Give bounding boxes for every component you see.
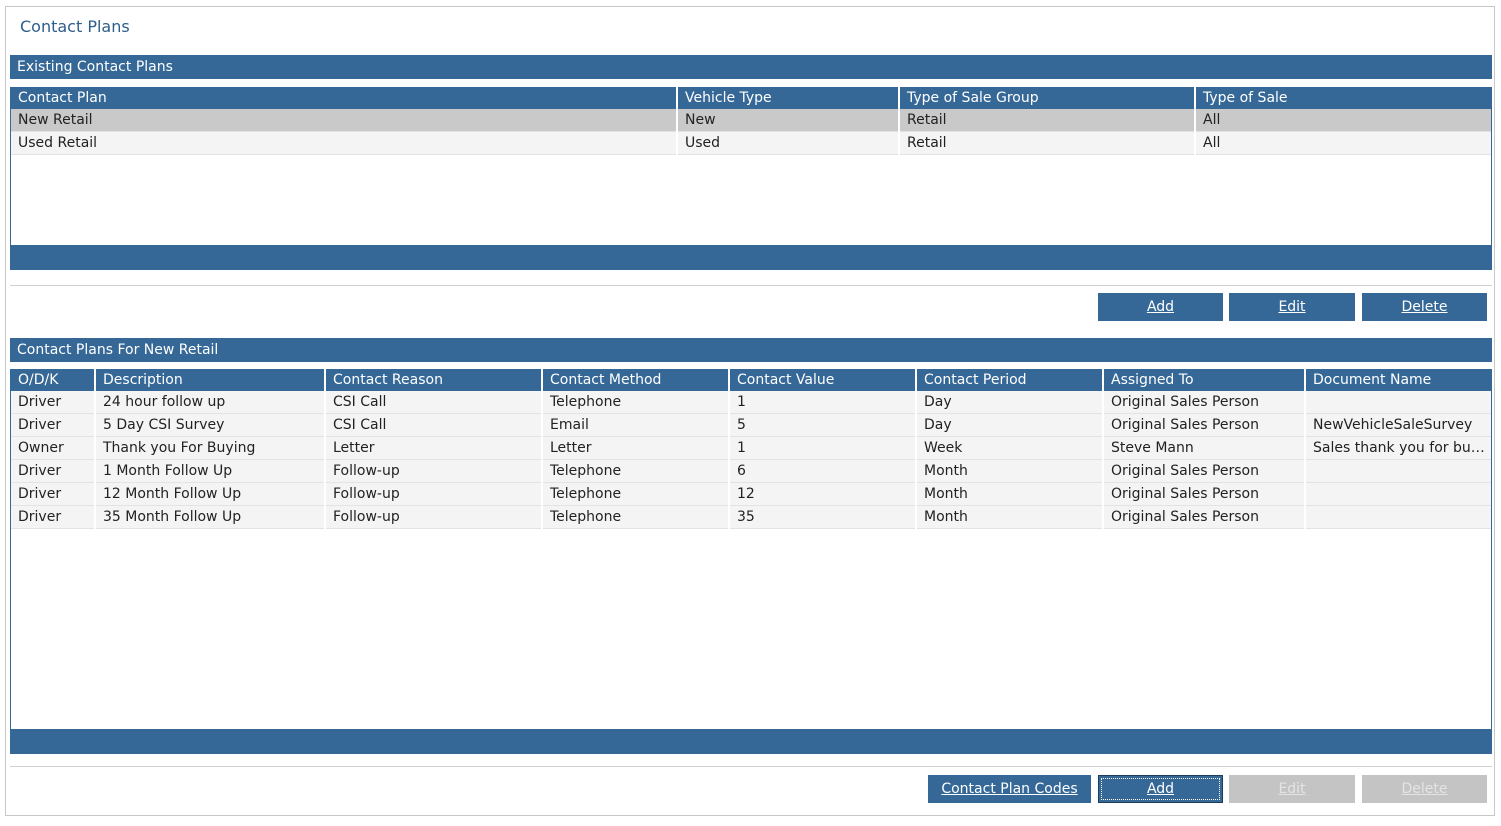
cell-odk: Owner <box>11 436 96 460</box>
cell-contact-period: Day <box>916 413 1104 437</box>
cell-contact-reason: Follow-up <box>325 482 543 506</box>
cell-contact-value: 6 <box>729 459 917 483</box>
existing-plans-header-row: Contact Plan Vehicle Type Type of Sale G… <box>11 87 1491 109</box>
cell-description: 24 hour follow up <box>95 391 326 414</box>
cell-contact-plan: Used Retail <box>11 131 678 155</box>
column-header-description[interactable]: Description <box>95 369 326 391</box>
column-header-contact-method[interactable]: Contact Method <box>542 369 730 391</box>
add-plan-button[interactable]: Add <box>1098 293 1223 321</box>
cell-document-name: NewVehicleSaleSurvey <box>1305 413 1491 437</box>
plan-details-grid: O/D/K Description Contact Reason Contact… <box>10 369 1492 754</box>
existing-plans-grid: Contact Plan Vehicle Type Type of Sale G… <box>10 87 1492 270</box>
cell-type-of-sale: All <box>1195 109 1491 132</box>
contact-plans-window: Contact Plans Existing Contact Plans Con… <box>5 6 1495 816</box>
cell-document-name <box>1305 391 1491 414</box>
add-detail-button[interactable]: Add <box>1098 775 1223 803</box>
plan-details-header-row: O/D/K Description Contact Reason Contact… <box>11 369 1491 391</box>
page-title: Contact Plans <box>20 17 130 36</box>
cell-odk: Driver <box>11 391 96 414</box>
cell-contact-period: Day <box>916 391 1104 414</box>
cell-contact-method: Email <box>542 413 730 437</box>
column-header-contact-value[interactable]: Contact Value <box>729 369 917 391</box>
cell-document-name <box>1305 482 1491 506</box>
table-row[interactable]: Driver 12 Month Follow Up Follow-up Tele… <box>11 482 1491 506</box>
column-header-contact-period[interactable]: Contact Period <box>916 369 1104 391</box>
column-header-type-of-sale[interactable]: Type of Sale <box>1195 87 1491 109</box>
cell-contact-period: Month <box>916 459 1104 483</box>
cell-contact-reason: Follow-up <box>325 459 543 483</box>
cell-contact-period: Week <box>916 436 1104 460</box>
plan-details-header: Contact Plans For New Retail <box>10 338 1492 362</box>
cell-contact-method: Letter <box>542 436 730 460</box>
cell-description: Thank you For Buying <box>95 436 326 460</box>
cell-odk: Driver <box>11 505 96 529</box>
existing-plans-grid-footer <box>11 245 1491 269</box>
cell-description: 35 Month Follow Up <box>95 505 326 529</box>
contact-plan-codes-button[interactable]: Contact Plan Codes <box>928 775 1091 803</box>
cell-assigned-to: Original Sales Person <box>1103 482 1306 506</box>
cell-document-name: Sales thank you for buying letter <box>1305 436 1491 460</box>
edit-detail-button[interactable]: Edit <box>1229 775 1355 803</box>
edit-plan-button[interactable]: Edit <box>1229 293 1355 321</box>
cell-contact-method: Telephone <box>542 482 730 506</box>
column-header-document-name[interactable]: Document Name <box>1305 369 1491 391</box>
cell-contact-plan: New Retail <box>11 109 678 132</box>
cell-contact-reason: CSI Call <box>325 413 543 437</box>
cell-assigned-to: Original Sales Person <box>1103 459 1306 483</box>
cell-type-of-sale-group: Retail <box>899 109 1196 132</box>
table-row[interactable]: Driver 24 hour follow up CSI Call Teleph… <box>11 391 1491 414</box>
cell-contact-value: 1 <box>729 436 917 460</box>
cell-contact-method: Telephone <box>542 459 730 483</box>
cell-contact-method: Telephone <box>542 505 730 529</box>
cell-assigned-to: Original Sales Person <box>1103 391 1306 414</box>
cell-assigned-to: Steve Mann <box>1103 436 1306 460</box>
cell-contact-reason: Letter <box>325 436 543 460</box>
plan-details-grid-footer <box>11 729 1491 753</box>
delete-plan-button[interactable]: Delete <box>1362 293 1487 321</box>
column-header-contact-plan[interactable]: Contact Plan <box>11 87 678 109</box>
cell-contact-value: 1 <box>729 391 917 414</box>
cell-description: 1 Month Follow Up <box>95 459 326 483</box>
cell-odk: Driver <box>11 413 96 437</box>
cell-odk: Driver <box>11 459 96 483</box>
cell-contact-period: Month <box>916 482 1104 506</box>
cell-assigned-to: Original Sales Person <box>1103 413 1306 437</box>
table-row[interactable]: Driver 35 Month Follow Up Follow-up Tele… <box>11 505 1491 529</box>
cell-contact-value: 35 <box>729 505 917 529</box>
table-row[interactable]: Used Retail Used Retail All <box>11 131 1491 155</box>
cell-contact-value: 12 <box>729 482 917 506</box>
table-row[interactable]: Driver 5 Day CSI Survey CSI Call Email 5… <box>11 413 1491 437</box>
column-header-assigned-to[interactable]: Assigned To <box>1103 369 1306 391</box>
cell-contact-period: Month <box>916 505 1104 529</box>
cell-document-name <box>1305 459 1491 483</box>
cell-contact-method: Telephone <box>542 391 730 414</box>
delete-detail-button[interactable]: Delete <box>1362 775 1487 803</box>
cell-vehicle-type: Used <box>677 131 900 155</box>
column-header-vehicle-type[interactable]: Vehicle Type <box>677 87 900 109</box>
column-header-odk[interactable]: O/D/K <box>11 369 96 391</box>
table-row[interactable]: New Retail New Retail All <box>11 109 1491 132</box>
table-row[interactable]: Driver 1 Month Follow Up Follow-up Telep… <box>11 459 1491 483</box>
cell-vehicle-type: New <box>677 109 900 132</box>
cell-odk: Driver <box>11 482 96 506</box>
column-header-type-of-sale-group[interactable]: Type of Sale Group <box>899 87 1196 109</box>
existing-plans-header: Existing Contact Plans <box>10 55 1492 79</box>
column-header-contact-reason[interactable]: Contact Reason <box>325 369 543 391</box>
cell-contact-reason: Follow-up <box>325 505 543 529</box>
cell-document-name <box>1305 505 1491 529</box>
cell-contact-value: 5 <box>729 413 917 437</box>
cell-description: 5 Day CSI Survey <box>95 413 326 437</box>
cell-description: 12 Month Follow Up <box>95 482 326 506</box>
table-row[interactable]: Owner Thank you For Buying Letter Letter… <box>11 436 1491 460</box>
section-divider <box>10 285 1492 286</box>
cell-contact-reason: CSI Call <box>325 391 543 414</box>
cell-type-of-sale: All <box>1195 131 1491 155</box>
cell-assigned-to: Original Sales Person <box>1103 505 1306 529</box>
cell-type-of-sale-group: Retail <box>899 131 1196 155</box>
section-divider <box>10 766 1492 767</box>
